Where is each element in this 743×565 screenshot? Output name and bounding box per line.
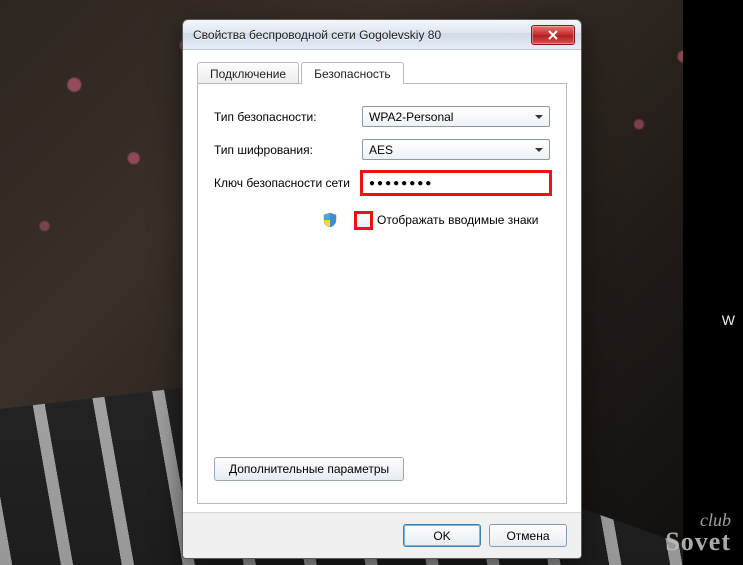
right-black-bar	[683, 0, 743, 565]
dropdown-encryption[interactable]: AES	[362, 139, 550, 160]
titlebar[interactable]: Свойства беспроводной сети Gogolevskiy 8…	[183, 20, 581, 50]
dropdown-encryption-value: AES	[369, 143, 393, 157]
advanced-settings-button[interactable]: Дополнительные параметры	[214, 457, 404, 481]
input-network-key[interactable]	[362, 172, 550, 194]
dialog-footer: OK Отмена	[183, 512, 581, 558]
cancel-button[interactable]: Отмена	[489, 524, 567, 547]
shield-icon	[322, 212, 338, 228]
row-encryption: Тип шифрования: AES	[214, 139, 550, 160]
watermark: club Sovet	[665, 511, 731, 555]
row-network-key: Ключ безопасности сети	[214, 172, 550, 194]
row-security-type: Тип безопасности: WPA2-Personal	[214, 106, 550, 127]
close-icon	[548, 30, 558, 40]
watermark-line2: Sovet	[665, 529, 731, 555]
window-title: Свойства беспроводной сети Gogolevskiy 8…	[193, 28, 531, 42]
dialog-body: Подключение Безопасность Тип безопасност…	[183, 50, 581, 512]
checkbox-show-characters[interactable]	[356, 213, 371, 228]
label-security-type: Тип безопасности:	[214, 110, 362, 124]
tab-security[interactable]: Безопасность	[301, 62, 404, 84]
tab-connection[interactable]: Подключение	[197, 62, 299, 84]
close-button[interactable]	[531, 25, 575, 45]
stray-letter: W	[722, 312, 735, 328]
label-show-characters: Отображать вводимые знаки	[377, 213, 538, 227]
ok-button[interactable]: OK	[403, 524, 481, 547]
row-show-characters: Отображать вводимые знаки	[322, 212, 550, 228]
label-network-key: Ключ безопасности сети	[214, 176, 362, 190]
tab-strip: Подключение Безопасность	[197, 60, 567, 84]
dropdown-security-type-value: WPA2-Personal	[369, 110, 453, 124]
tab-content-security: Тип безопасности: WPA2-Personal Тип шифр…	[197, 84, 567, 504]
label-encryption: Тип шифрования:	[214, 143, 362, 157]
dropdown-security-type[interactable]: WPA2-Personal	[362, 106, 550, 127]
dialog-window: Свойства беспроводной сети Gogolevskiy 8…	[182, 19, 582, 559]
